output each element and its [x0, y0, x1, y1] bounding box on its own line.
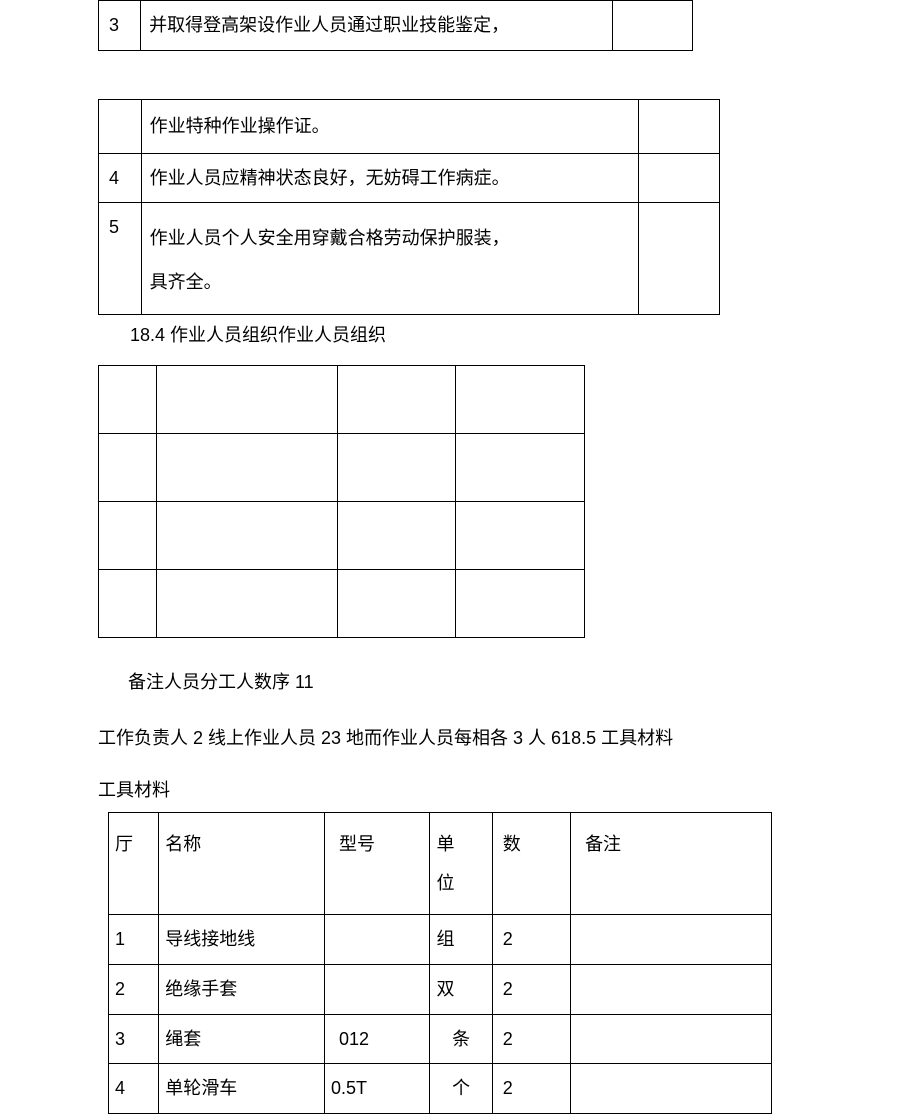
table-row: 3 并取得登高架设作业人员通过职业技能鉴定， [99, 1, 693, 51]
table-row [99, 501, 585, 569]
cell-seq: 3 [109, 1014, 159, 1064]
row-text: 作业人员应精神状态良好，无妨碍工作病症。 [141, 153, 638, 203]
row-number: 3 [99, 1, 141, 51]
row-check [638, 99, 719, 153]
cell-qty: 2 [492, 914, 570, 964]
table-row [99, 433, 585, 501]
cell-remark [571, 1064, 772, 1114]
tools-materials-table: 厅 名称 型号 单 位 数 备注 1 导线接地线 组 2 2 绝缘手套 双 2 … [108, 812, 772, 1114]
cell-remark [571, 964, 772, 1014]
table-row: 4 单轮滑车 0.5T 个 2 [109, 1064, 772, 1114]
cell-seq: 1 [109, 914, 159, 964]
cell-seq: 2 [109, 964, 159, 1014]
row-check [612, 1, 692, 51]
row-number: 5 [99, 203, 142, 314]
cell-model: 0.5T [324, 1064, 429, 1114]
prereq-table-part1: 3 并取得登高架设作业人员通过职业技能鉴定， [98, 0, 693, 51]
table-row [99, 569, 585, 637]
table-row: 作业特种作业操作证。 [99, 99, 720, 153]
cell-qty: 2 [492, 1014, 570, 1064]
cell-name: 单轮滑车 [159, 1064, 325, 1114]
cell-unit: 双 [430, 964, 492, 1014]
th-name: 名称 [159, 812, 325, 914]
table-row: 1 导线接地线 组 2 [109, 914, 772, 964]
personnel-paragraph: 工作负责人 2 线上作业人员 23 地而作业人员每相各 3 人 618.5 工具… [98, 724, 920, 750]
row-number: 4 [99, 153, 142, 203]
cell-model [324, 914, 429, 964]
th-seq: 厅 [109, 812, 159, 914]
cell-seq: 4 [109, 1064, 159, 1114]
cell-model [324, 964, 429, 1014]
cell-unit: 组 [430, 914, 492, 964]
row-check [638, 153, 719, 203]
table-header-row: 厅 名称 型号 单 位 数 备注 [109, 812, 772, 914]
tools-heading: 工具材料 [98, 776, 920, 802]
th-qty: 数 [492, 812, 570, 914]
section-heading-18-4: 18.4 作业人员组织作业人员组织 [130, 321, 920, 347]
row-text: 作业人员个人安全用穿戴合格劳动保护服装， 具齐全。 [141, 203, 638, 314]
cell-remark [571, 914, 772, 964]
cell-name: 绳套 [159, 1014, 325, 1064]
th-remark: 备注 [571, 812, 772, 914]
row-number [99, 99, 142, 153]
table-row: 2 绝缘手套 双 2 [109, 964, 772, 1014]
row-text: 并取得登高架设作业人员通过职业技能鉴定， [141, 1, 613, 51]
cell-qty: 2 [492, 1064, 570, 1114]
cell-unit: 条 [430, 1014, 492, 1064]
row-text: 作业特种作业操作证。 [141, 99, 638, 153]
cell-remark [571, 1014, 772, 1064]
cell-name: 绝缘手套 [159, 964, 325, 1014]
table-row: 3 绳套 012 条 2 [109, 1014, 772, 1064]
th-model: 型号 [324, 812, 429, 914]
table-row [99, 365, 585, 433]
personnel-org-table [98, 365, 585, 638]
table-row: 4 作业人员应精神状态良好，无妨碍工作病症。 [99, 153, 720, 203]
note-line: 备注人员分工人数序 11 [128, 668, 920, 694]
cell-model: 012 [324, 1014, 429, 1064]
th-unit: 单 位 [430, 812, 492, 914]
cell-qty: 2 [492, 964, 570, 1014]
row-check [638, 203, 719, 314]
table-row: 5 作业人员个人安全用穿戴合格劳动保护服装， 具齐全。 [99, 203, 720, 314]
cell-name: 导线接地线 [159, 914, 325, 964]
cell-unit: 个 [430, 1064, 492, 1114]
prereq-table-part2: 作业特种作业操作证。 4 作业人员应精神状态良好，无妨碍工作病症。 5 作业人员… [98, 99, 720, 315]
